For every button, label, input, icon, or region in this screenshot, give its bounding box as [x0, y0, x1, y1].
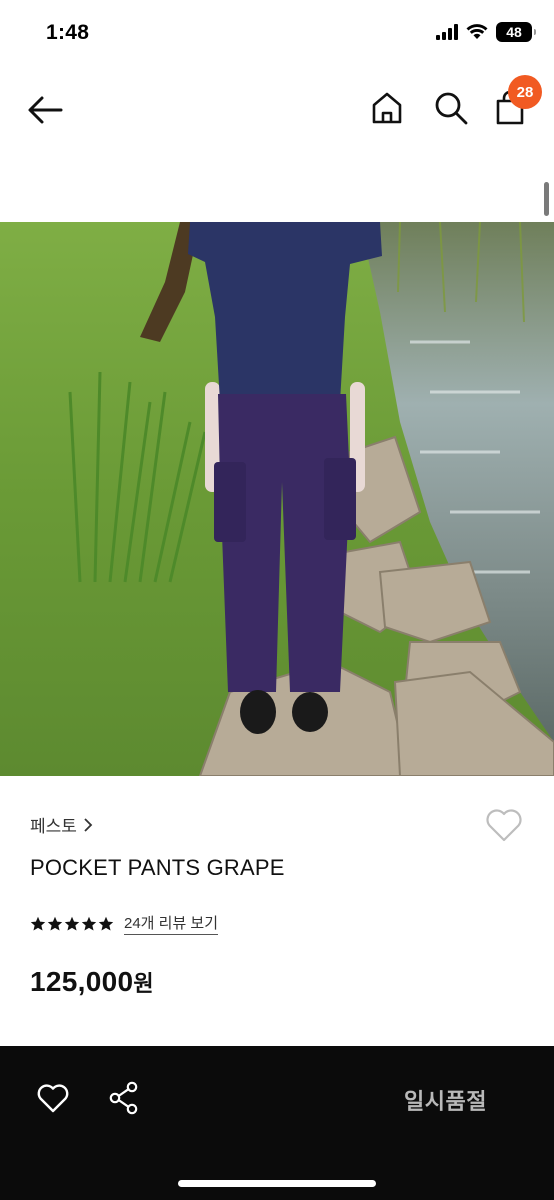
soldout-label: 일시품절 [404, 1089, 487, 1114]
heart-icon [37, 1084, 69, 1113]
product-name: POCKET PANTS GRAPE [30, 855, 285, 880]
wifi-icon [466, 24, 488, 39]
rating-row: 24개 리뷰 보기 [30, 912, 219, 935]
share-icon [109, 1081, 138, 1115]
status-icons: 48 [436, 22, 536, 42]
chevron-right-icon [84, 817, 93, 832]
price-value: 125,000 [30, 966, 134, 997]
bottom-action-bar: 일시품절 [0, 1046, 554, 1200]
search-button[interactable] [433, 90, 469, 126]
home-indicator [178, 1180, 376, 1187]
back-button[interactable] [26, 92, 64, 128]
status-bar: 1:48 48 [0, 0, 554, 68]
share-button[interactable] [108, 1081, 140, 1115]
battery-level: 48 [506, 24, 522, 40]
battery-icon: 48 [496, 22, 536, 42]
bottom-wishlist-button[interactable] [36, 1082, 70, 1114]
wishlist-button[interactable] [484, 806, 524, 844]
star-icon [98, 916, 114, 931]
star-rating [30, 916, 114, 932]
product-image[interactable] [0, 222, 554, 776]
star-icon [47, 916, 63, 931]
review-link[interactable]: 24개 리뷰 보기 [124, 912, 219, 935]
signal-icon [436, 24, 458, 40]
cart-count-badge: 28 [508, 75, 542, 109]
brand-link[interactable]: 페스토 [30, 812, 93, 837]
star-icon [30, 916, 46, 931]
home-button[interactable] [370, 90, 404, 126]
star-icon [64, 916, 80, 931]
star-icon [81, 916, 97, 931]
heart-outline-icon [486, 809, 522, 842]
scroll-indicator [544, 182, 549, 216]
status-time: 1:48 [46, 21, 90, 44]
price-unit: 원 [133, 971, 154, 996]
search-icon [435, 92, 468, 125]
nav-header [0, 68, 554, 152]
brand-name: 페스토 [30, 817, 77, 836]
product-photo [0, 222, 554, 776]
home-icon [372, 92, 402, 124]
product-price: 125,000원 [30, 966, 154, 998]
back-arrow-icon [28, 96, 63, 124]
